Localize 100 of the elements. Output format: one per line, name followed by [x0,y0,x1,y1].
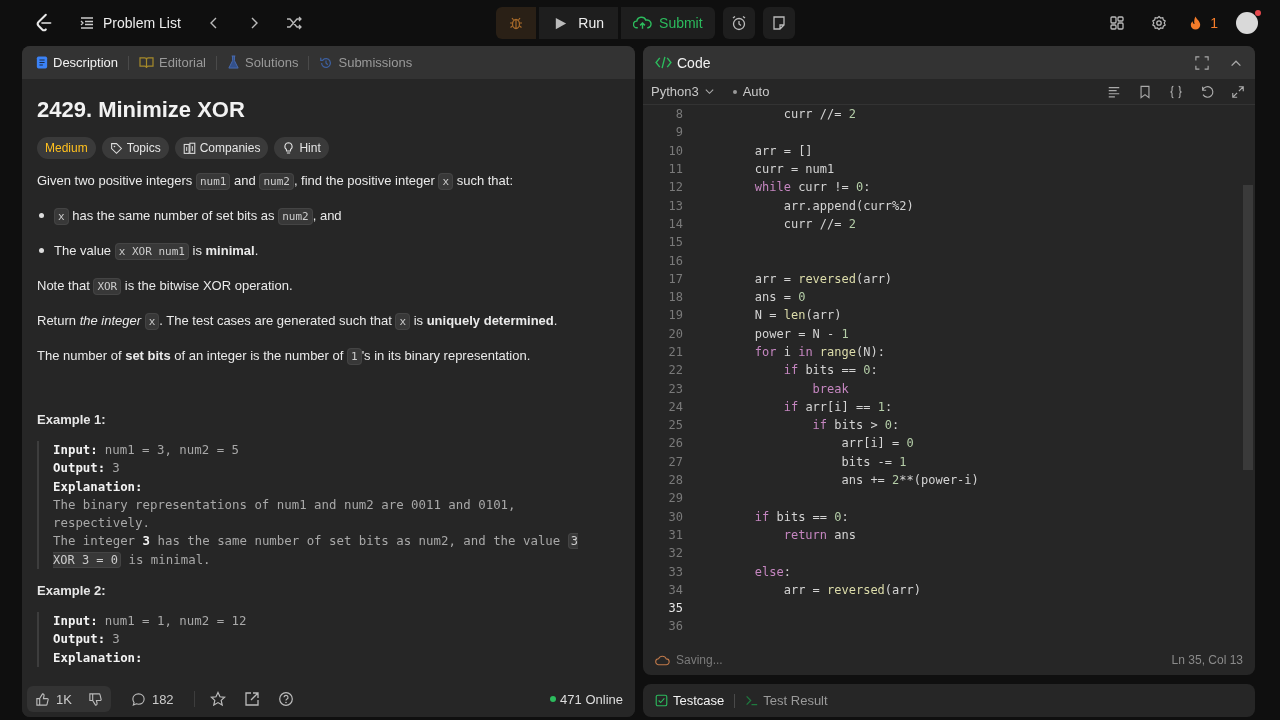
layout-icon[interactable] [1109,15,1126,31]
document-icon [36,55,48,70]
code-line: return ans [782,527,856,542]
code-line: while curr != 0: [753,180,871,195]
notes-button[interactable] [762,7,795,39]
line-number: 17 [667,271,683,286]
line-number: 19 [667,308,683,323]
play-icon [553,15,569,31]
mode-label: Auto [742,84,770,99]
line-number: 33 [667,564,683,579]
code-line: arr = reversed(arr) [782,582,921,597]
debug-button[interactable] [496,7,537,39]
line-number: 24 [667,399,683,414]
code-line: ans += 2**(power-i) [840,473,979,488]
terminal-icon [745,694,759,707]
comment-icon [130,691,146,707]
bullet-icon [39,248,44,253]
avatar[interactable] [1236,12,1258,34]
code-line: bits -= 1 [840,454,907,469]
thumbs-down-icon [87,691,103,707]
alarm-clock-icon [730,15,747,31]
code-line: for i in range(N): [753,345,885,359]
example-value: num1 = 3, num2 = 5 [104,441,240,459]
example-heading: Example 2: [37,583,107,599]
line-number: 25 [667,418,683,433]
code-line: if arr[i] == 1: [782,399,893,414]
tag-button[interactable]: Companies [174,137,269,159]
cloud-upload-icon [633,15,653,31]
line-number: 14 [667,216,683,231]
code-line: arr.append(curr%2) [782,198,914,213]
settings-icon[interactable] [1151,15,1168,31]
chevron-down-icon [703,86,715,97]
explanation-text: The integer 3 has the same number of set bits as num2, and the value 3 XOR 3 = 0 is minimal. [53,532,579,570]
line-number: 8 [674,107,683,122]
help-icon[interactable] [277,691,294,707]
streak-counter[interactable]: 1 [1188,15,1218,31]
panel-tab[interactable]: Editorial [137,55,208,70]
line-number: 10 [667,143,683,158]
bug-icon [508,15,525,31]
line-number: 23 [667,381,683,396]
code-line: else: [753,564,791,579]
braces-icon[interactable] [1169,84,1183,99]
example-heading: Example 1: [37,412,107,427]
panel-tab[interactable]: Description [34,55,121,70]
timer-button[interactable] [722,7,755,39]
description-text: Return the integer x . The test cases are generated such that x is uniquely determined. [37,312,559,331]
expand-icon[interactable] [1231,84,1245,99]
comments-button[interactable]: 182 [122,686,182,712]
code-line: curr = num1 [753,162,835,177]
tag-button[interactable]: Topics [101,137,169,159]
line-number: 36 [667,619,683,634]
line-number: 16 [667,253,683,268]
description-text: Given two positive integers num1 and num2 , find the positive integer x such that: [37,172,515,191]
line-number: 31 [667,527,683,542]
shuffle-icon[interactable] [285,15,302,31]
code-line: if bits > 0: [811,418,900,433]
star-icon[interactable] [209,691,226,707]
bullet-icon [732,89,737,94]
lightbulb-icon [282,141,296,155]
panel-tab[interactable]: Solutions [225,55,301,70]
code-line: curr //= 2 [782,107,856,122]
bookmark-icon[interactable] [1138,84,1152,99]
panel-tab[interactable]: Submissions [317,55,415,70]
line-number: 32 [667,546,683,561]
history-icon [319,55,334,70]
submit-button[interactable]: Submit [621,7,715,39]
online-count: 471 Online [560,691,623,707]
code-line: if bits == 0: [782,363,878,378]
tag-button[interactable]: Hint [274,137,329,159]
panel-tab[interactable]: Testcase [653,693,727,708]
share-icon[interactable] [243,691,260,707]
line-number: 12 [667,180,683,195]
example-label: Output: [53,630,106,649]
panel-tab[interactable]: Test Result [743,693,830,708]
code-line: if bits == 0: [753,509,849,524]
description-text: The value x XOR num1 is minimal. [54,242,259,261]
example-label: Output: [53,459,106,478]
line-number: 29 [667,491,683,506]
run-button[interactable]: Run [539,7,619,39]
explanation-text: The binary representations of num1 and num2 are 0011 and 0101, respectively. [53,495,517,533]
code-line: curr //= 2 [782,216,856,231]
code-line: arr = [] [753,143,813,158]
example-label: Explanation: [53,477,143,496]
checkbox-icon [655,694,668,707]
line-number: 30 [667,509,683,524]
difficulty-badge: Medium [37,137,96,159]
book-icon [139,56,155,69]
code-line: arr[i] = 0 [840,436,914,451]
undo-icon[interactable] [1200,84,1214,99]
problem-list-button[interactable]: Problem List [79,15,181,31]
description-text: Note that XOR is the bitwise XOR operation. [37,277,294,296]
code-line: power = N - 1 [753,326,849,341]
line-number: 11 [667,162,683,177]
language-dropdown[interactable]: Python3 [651,84,715,99]
line-number: 18 [667,290,683,305]
example-value: 3 [112,630,120,649]
tag-icon [109,141,123,155]
line-number: 13 [667,198,683,213]
format-icon[interactable] [1107,84,1121,99]
fullscreen-icon[interactable] [1195,55,1209,70]
